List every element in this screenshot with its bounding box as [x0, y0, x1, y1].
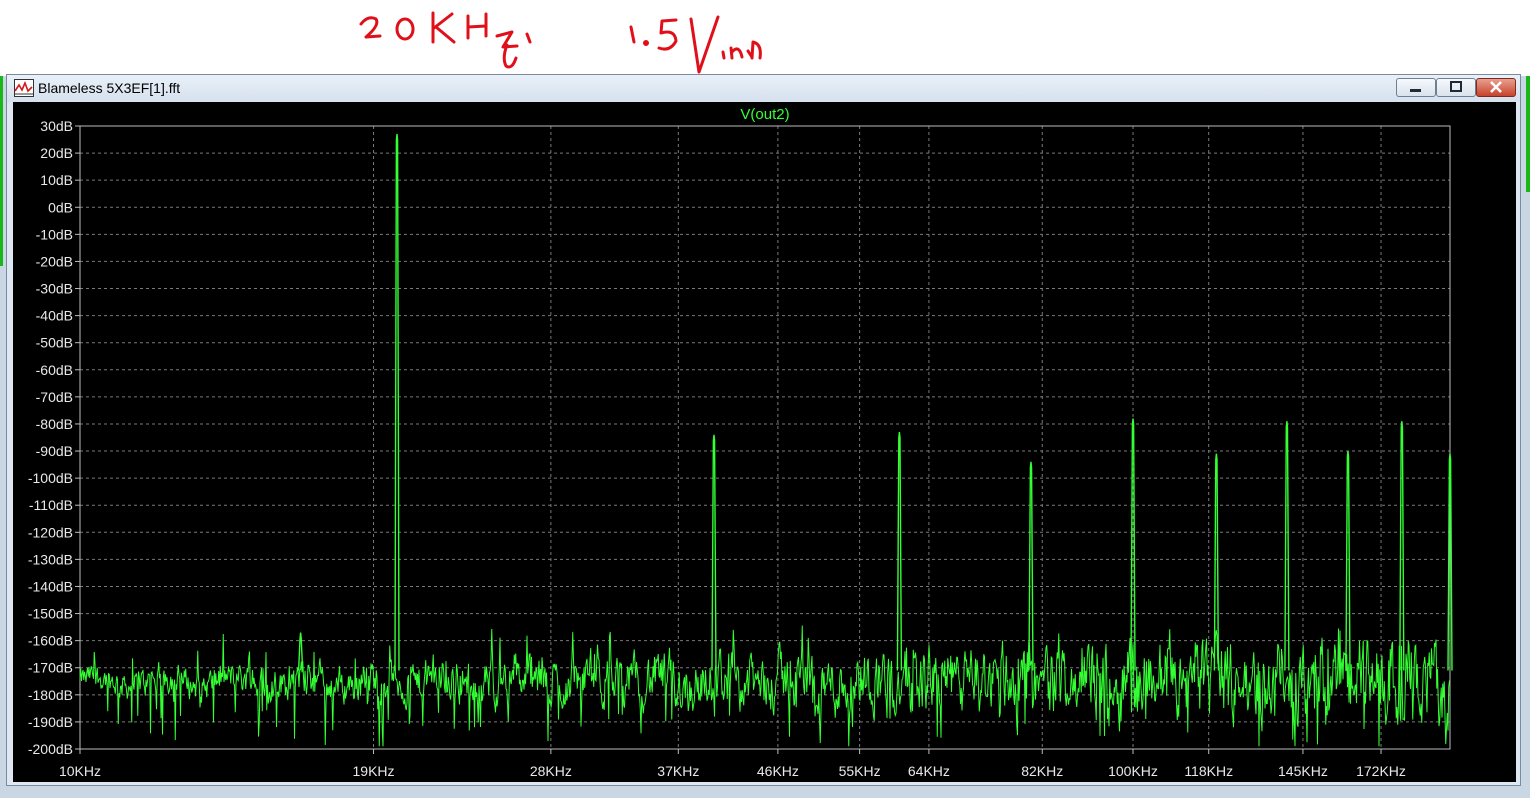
- plot-frame: [79, 125, 1451, 750]
- fft-chart: 30dB 20dB 10dB 0dB -10dB -20dB -30dB -40dB -50dB…: [28, 106, 1453, 779]
- y-tick-label: -180dB: [28, 687, 73, 703]
- x-tick-label: 46KHz: [757, 763, 799, 779]
- y-tick-label: -170dB: [28, 660, 73, 676]
- trace-title[interactable]: V(out2): [740, 106, 789, 123]
- close-icon: [1490, 81, 1502, 93]
- x-tick-label: 64KHz: [908, 763, 950, 779]
- y-tick-label: 0dB: [48, 199, 73, 215]
- y-tick-label: -10dB: [36, 226, 73, 242]
- x-tick-label: 28KHz: [530, 763, 572, 779]
- minimize-icon: [1410, 89, 1421, 92]
- y-tick-label: -140dB: [28, 578, 73, 594]
- waveform-plot-pane[interactable]: 30dB 20dB 10dB 0dB -10dB -20dB -30dB -40dB -50dB…: [13, 102, 1516, 782]
- y-tick-label: -100dB: [28, 470, 73, 486]
- noise-floor-trace: [79, 625, 1450, 747]
- minimize-button[interactable]: [1396, 78, 1436, 97]
- x-tick-label: 37KHz: [657, 763, 699, 779]
- handwritten-annotation: [359, 11, 762, 74]
- y-tick-label: -120dB: [28, 524, 73, 540]
- x-tick-label: 10KHz: [59, 763, 101, 779]
- y-axis: 30dB 20dB 10dB 0dB -10dB -20dB -30dB -40dB -50dB…: [28, 118, 80, 757]
- y-tick-label: -20dB: [36, 253, 73, 269]
- y-tick-label: 10dB: [40, 172, 73, 188]
- y-tick-label: -90dB: [36, 443, 73, 459]
- y-tick-label: -200dB: [28, 741, 73, 757]
- y-tick-label: -40dB: [36, 308, 73, 324]
- spectral-peak: [394, 134, 400, 671]
- window-title: Blameless 5X3EF[1].fft: [38, 80, 181, 96]
- window-titlebar[interactable]: Blameless 5X3EF[1].fft: [7, 75, 1520, 102]
- y-tick-label: -130dB: [28, 551, 73, 567]
- background-trace-edge: [1526, 76, 1530, 192]
- close-button[interactable]: [1476, 78, 1516, 97]
- maximize-button[interactable]: [1436, 78, 1476, 97]
- maximize-icon: [1450, 81, 1462, 92]
- fft-window: Blameless 5X3EF[1].fft 30dB 20dB 10dB 0dB -1…: [6, 74, 1521, 786]
- x-tick-label: 82KHz: [1021, 763, 1063, 779]
- spectral-peak: [1213, 453, 1220, 671]
- x-tick-label: 55KHz: [839, 763, 881, 779]
- y-tick-label: -80dB: [36, 416, 73, 432]
- spectral-peak: [896, 432, 903, 671]
- series-trace: [79, 134, 1453, 747]
- spectral-peak: [1399, 421, 1405, 671]
- x-tick-label: 118KHz: [1184, 763, 1233, 779]
- y-tick-label: -150dB: [28, 606, 73, 622]
- spectral-peak: [711, 434, 717, 671]
- y-tick-label: -60dB: [36, 362, 73, 378]
- waveform-icon: [14, 79, 34, 97]
- y-tick-label: 30dB: [40, 118, 73, 134]
- y-tick-label: -110dB: [29, 497, 73, 513]
- y-tick-label: -190dB: [28, 714, 73, 730]
- grid: [80, 126, 1450, 749]
- x-tick-label: 145KHz: [1278, 763, 1328, 779]
- y-tick-label: -160dB: [28, 633, 73, 649]
- y-tick-label: -30dB: [36, 281, 73, 297]
- y-tick-label: -70dB: [36, 389, 73, 405]
- y-tick-label: 20dB: [40, 145, 73, 161]
- x-tick-label: 100KHz: [1108, 763, 1158, 779]
- x-axis: 10KHz 19KHz 28KHz 37KHz 46KHz 55KHz 64KHz 82KHz…: [59, 749, 1406, 779]
- y-tick-label: -50dB: [36, 335, 73, 351]
- x-tick-label: 172KHz: [1356, 763, 1406, 779]
- handwritten-annotation-area: [0, 0, 1530, 76]
- background-trace-edge: [0, 76, 3, 266]
- x-tick-label: 19KHz: [353, 763, 395, 779]
- spectral-peak: [1284, 421, 1290, 671]
- spectral-peak: [1028, 461, 1034, 671]
- spectral-peak: [1345, 450, 1351, 671]
